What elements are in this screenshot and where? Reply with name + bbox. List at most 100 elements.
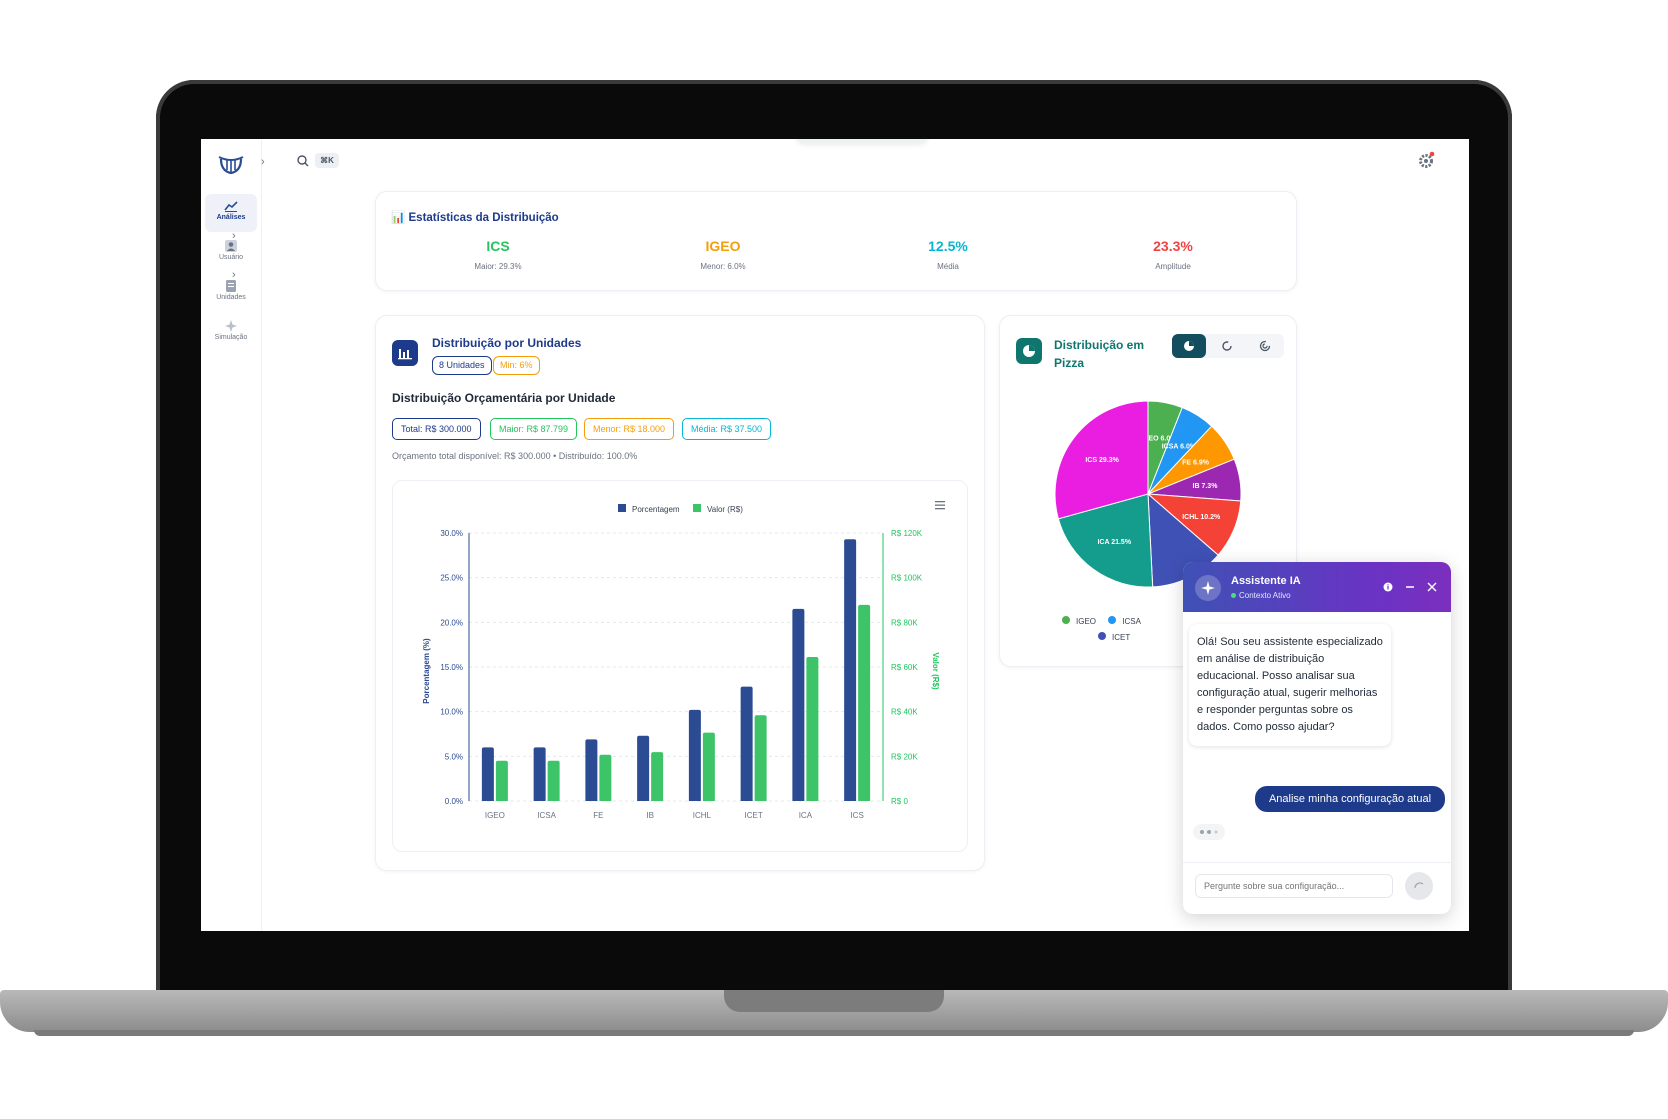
gear-icon[interactable] <box>1418 151 1436 169</box>
pie-view-button[interactable] <box>1172 334 1206 358</box>
sidebar-item-usuario[interactable]: Usuário <box>205 234 257 270</box>
chat-divider <box>1183 862 1451 863</box>
avg-pill: Média: R$ 37.500 <box>682 418 772 440</box>
x-tick-label: ICA <box>799 811 813 820</box>
search-icon[interactable] <box>297 155 309 167</box>
close-icon[interactable] <box>1427 582 1437 592</box>
search-shortcut[interactable]: ⌘K <box>315 153 339 168</box>
pie-legend-label: ICSA <box>1122 617 1141 626</box>
sidebar-item-label: Simulação <box>214 334 248 341</box>
x-tick-label: ICHL <box>693 811 712 820</box>
bar-percent-ichl <box>688 709 701 801</box>
y2-tick-label: R$ 100K <box>891 574 923 583</box>
stat-value: ICS <box>486 238 510 254</box>
bar-value-icsa <box>547 760 560 801</box>
y2-tick-label: R$ 20K <box>891 752 918 761</box>
pie-label: FE 6.9% <box>1182 459 1210 466</box>
send-button[interactable] <box>1405 872 1433 900</box>
bar-percent-igeo <box>481 747 494 801</box>
legend-label-percent: Porcentagem <box>632 505 680 514</box>
bar-percent-ica <box>792 608 805 801</box>
status-dot <box>1231 593 1236 598</box>
pie-label: IB 7.3% <box>1193 483 1219 490</box>
pie-icon <box>1184 341 1194 351</box>
pie-label: ICHL 10.2% <box>1182 514 1221 521</box>
stat-value: 12.5% <box>928 238 968 254</box>
min-badge: Min: 6% <box>493 356 540 375</box>
sidebar-item-label: Unidades <box>216 294 246 301</box>
stat-value: 23.3% <box>1153 238 1193 254</box>
y-tick-label: 20.0% <box>440 618 463 627</box>
units-card: Distribuição por Unidades 8 Unidades Min… <box>375 315 985 871</box>
legend-swatch-percent <box>618 504 626 512</box>
pie-legend-item[interactable]: IGEO <box>1062 616 1097 626</box>
bar-percent-ics <box>844 539 857 801</box>
pie-legend-item[interactable]: ICET <box>1098 632 1141 642</box>
info-icon[interactable] <box>1383 582 1393 592</box>
chat-input[interactable] <box>1195 874 1393 898</box>
pie-legend-label: ICET <box>1112 633 1131 642</box>
bar-percent-icsa <box>533 747 546 801</box>
stat-value: IGEO <box>705 238 741 254</box>
stats-card: 📊 Estatísticas da Distribuição ICS Maior… <box>375 191 1297 291</box>
sidebar-item-analises[interactable]: Análises <box>205 194 257 232</box>
y-tick-label: 25.0% <box>440 574 463 583</box>
pie-legend-label: IGEO <box>1076 617 1097 626</box>
bar-percent-icet <box>740 686 753 801</box>
laptop-base-edge <box>34 1030 1634 1036</box>
units-card-title: Distribuição por Unidades <box>432 336 582 350</box>
donut-view-button[interactable] <box>1210 334 1244 358</box>
typing-indicator <box>1193 824 1225 840</box>
chart-menu-icon[interactable] <box>935 501 945 510</box>
laptop-notch <box>724 990 944 1012</box>
bar-value-ib <box>651 752 664 801</box>
minimize-icon[interactable] <box>1405 582 1415 592</box>
chat-status-text: Contexto Ativo <box>1239 591 1291 600</box>
y2-tick-label: R$ 40K <box>891 708 918 717</box>
x-tick-label: FE <box>593 811 603 820</box>
chart-type-toggle <box>1172 334 1284 358</box>
radial-view-button[interactable] <box>1248 334 1282 358</box>
bar-value-icet <box>754 715 767 801</box>
legend-label-value: Valor (R$) <box>707 505 743 514</box>
stat-label: Amplitude <box>1155 262 1191 271</box>
chevron-right-icon: › <box>232 230 236 242</box>
logo-icon <box>218 156 244 175</box>
stat-average: 12.5% Média <box>868 238 1028 271</box>
stat-label: Média <box>937 262 959 271</box>
stats-title: 📊 Estatísticas da Distribuição <box>391 212 559 224</box>
y-tick-label: 10.0% <box>440 708 463 717</box>
stat-label: Menor: 6.0% <box>700 262 746 271</box>
pie-label: ICA 21.5% <box>1097 539 1131 546</box>
y-tick-label: 5.0% <box>445 752 463 761</box>
sidebar-item-unidades[interactable]: Unidades <box>205 274 257 310</box>
max-pill: Maior: R$ 87.799 <box>490 418 578 440</box>
chat-header: Assistente IA Contexto Ativo <box>1183 562 1451 612</box>
sidebar-item-simulacao[interactable]: Simulação <box>205 314 257 350</box>
units-subtitle: Distribuição Orçamentária por Unidade <box>392 391 616 405</box>
sparkle-icon <box>1201 581 1215 595</box>
ai-assistant-panel: Assistente IA Contexto Ativo Olá! Sou se… <box>1183 562 1451 914</box>
pie-label: ICS 29.3% <box>1085 457 1119 464</box>
donut-icon <box>1222 341 1232 351</box>
bar-chart-icon <box>392 340 418 366</box>
sidebar-item-label: Usuário <box>218 254 244 261</box>
y-tick-label: 15.0% <box>440 663 463 672</box>
building-icon <box>226 280 236 292</box>
pie-title-line-1: Distribuição em <box>1054 338 1145 352</box>
pie-legend: IGEO ICSA ICET <box>1062 616 1141 642</box>
sidebar-expand-icon[interactable]: › <box>261 156 265 168</box>
pie-title-line-2: Pizza <box>1054 356 1085 370</box>
bar-percent-fe <box>585 739 598 801</box>
y2-tick-label: R$ 120K <box>891 529 923 538</box>
bar-value-igeo <box>495 760 508 801</box>
bar-value-ics <box>858 604 871 801</box>
y-tick-label: 0.0% <box>445 797 463 806</box>
sidebar: › Análises Usuário › Unidades › Simulaçã… <box>201 139 265 931</box>
chat-status: Contexto Ativo <box>1231 591 1291 600</box>
y2-tick-label: R$ 60K <box>891 663 918 672</box>
pie-legend-item[interactable]: ICSA <box>1108 616 1141 626</box>
y2-axis-label: Valor (R$) <box>931 652 940 690</box>
y-axis-label: Porcentagem (%) <box>422 638 431 704</box>
stat-amplitude: 23.3% Amplitude <box>1093 238 1253 271</box>
